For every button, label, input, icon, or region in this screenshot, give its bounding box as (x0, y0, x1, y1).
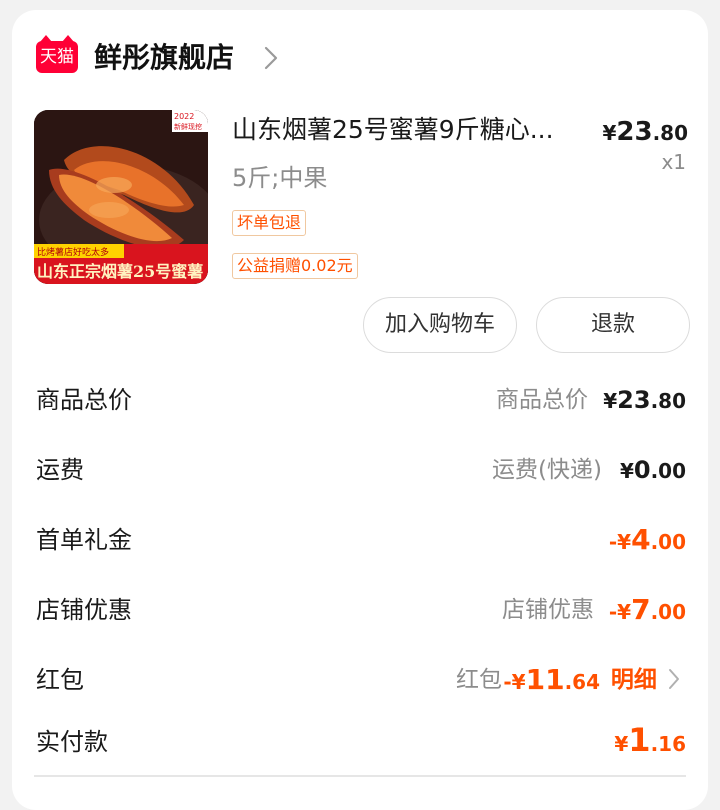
product-price: ¥23.80 (602, 114, 688, 153)
total-decimal: .80 (650, 389, 686, 413)
red-packet-sublabel: 红包 (456, 667, 502, 693)
total-integer: 23 (617, 386, 651, 414)
divider (34, 775, 686, 777)
paid-label: 实付款 (36, 728, 108, 756)
store-discount-symbol: -¥ (608, 600, 632, 624)
thumb-year: 2022 (174, 112, 194, 121)
store-name-link[interactable]: 鲜彤旗舰店 (94, 38, 234, 78)
red-packet-detail-link[interactable]: 明细 (611, 662, 680, 698)
tag-damage-refund: 坏单包退 (232, 210, 307, 236)
shipping-amount: ¥0.00 (620, 452, 686, 491)
price-symbol: ¥ (602, 121, 617, 145)
store-discount-label: 店铺优惠 (36, 596, 132, 624)
paid-amount: ¥1.16 (614, 722, 686, 764)
product-thumbnail[interactable]: 2022 新鲜现挖 比烤薯店好吃太多 山东正宗烟薯25号蜜薯 (34, 110, 208, 284)
thumb-banner-small: 比烤薯店好吃太多 (37, 246, 109, 258)
tag-charity-donation: 公益捐赠0.02元 (232, 253, 358, 279)
total-amount: ¥23.80 (603, 382, 686, 421)
red-packet-amount: -¥11.64 (503, 662, 600, 702)
store-discount-amount: -¥7.00 (609, 592, 686, 632)
red-packet-symbol: -¥ (503, 670, 526, 694)
first-order-decimal: .00 (650, 530, 686, 554)
product-spec: 5斤;中果 (232, 164, 328, 192)
price-decimal: .80 (652, 121, 688, 145)
first-order-integer: 4 (631, 523, 651, 556)
red-packet-detail-text: 明细 (610, 667, 657, 693)
add-to-cart-button[interactable]: 加入购物车 (363, 297, 517, 353)
red-packet-integer: 11 (525, 663, 565, 696)
product-quantity: x1 (661, 150, 686, 174)
store-logo-text: 天猫 (40, 47, 74, 67)
chevron-right-icon (669, 669, 679, 689)
first-order-label: 首单礼金 (36, 526, 132, 554)
shipping-symbol: ¥ (619, 459, 634, 483)
store-discount-sublabel: 店铺优惠 (502, 597, 594, 623)
price-integer: 23 (616, 117, 653, 147)
paid-integer: 1 (628, 721, 651, 759)
total-label: 商品总价 (36, 386, 132, 414)
store-discount-integer: 7 (631, 593, 651, 626)
tmall-logo-icon: 天猫 (36, 35, 78, 73)
first-order-symbol: -¥ (608, 530, 632, 554)
order-card: 天猫 鲜彤旗舰店 2022 新鲜现挖 比烤薯店好吃太多 山东正宗烟薯25号蜜薯 … (12, 10, 708, 810)
total-sublabel: 商品总价 (496, 387, 588, 413)
shipping-sublabel: 运费(快递) (492, 457, 602, 483)
thumb-badge: 新鲜现挖 (174, 122, 202, 131)
store-discount-decimal: .00 (650, 600, 686, 624)
shipping-label: 运费 (36, 456, 84, 484)
thumb-banner: 山东正宗烟薯25号蜜薯 (37, 262, 203, 281)
shipping-decimal: .00 (650, 459, 686, 483)
total-symbol: ¥ (603, 389, 618, 413)
red-packet-label: 红包 (36, 666, 84, 694)
paid-decimal: .16 (650, 732, 686, 756)
chevron-right-icon[interactable] (264, 46, 278, 74)
paid-symbol: ¥ (614, 732, 629, 756)
refund-button[interactable]: 退款 (536, 297, 690, 353)
product-title[interactable]: 山东烟薯25号蜜薯9斤糖心... (232, 110, 554, 150)
first-order-amount: -¥4.00 (609, 522, 686, 562)
red-packet-decimal: .64 (564, 670, 600, 694)
shipping-integer: 0 (633, 456, 651, 484)
